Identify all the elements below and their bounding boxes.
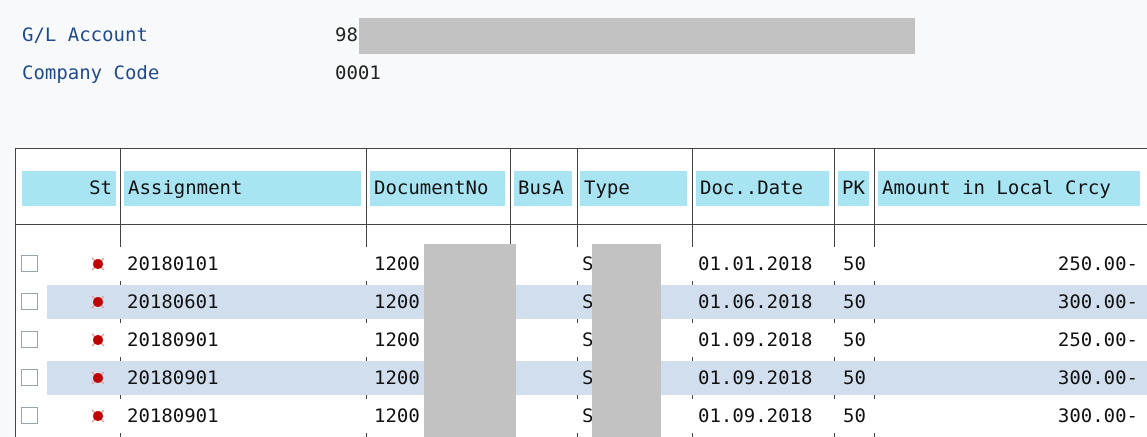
assignment-cell: 20180901 <box>127 329 219 351</box>
assignment-cell: 20180901 <box>127 405 219 427</box>
row-select-checkbox[interactable] <box>21 255 38 272</box>
red-status-light-icon <box>91 295 105 309</box>
row-select-checkbox[interactable] <box>21 331 38 348</box>
column-header-business-area[interactable]: BusA <box>514 171 572 206</box>
row-select-checkbox[interactable] <box>21 293 38 310</box>
document-no-cell: 1200 <box>374 329 420 351</box>
red-status-light-icon <box>91 333 105 347</box>
doc-date-cell: 01.09.2018 <box>698 367 813 389</box>
document-no-cell: 1200 <box>374 253 420 275</box>
row-select-checkbox[interactable] <box>21 407 38 424</box>
company-code-label: Company Code <box>22 62 160 84</box>
amount-cell: 300.00- <box>1057 291 1138 313</box>
posting-key-cell: 50 <box>843 329 866 351</box>
assignment-cell: 20180901 <box>127 367 219 389</box>
red-status-light-icon <box>91 409 105 423</box>
assignment-cell: 20180101 <box>127 253 219 275</box>
doc-date-cell: 01.06.2018 <box>698 291 813 313</box>
column-header-status[interactable]: St <box>22 171 116 206</box>
redacted-block <box>592 244 661 437</box>
posting-key-cell: 50 <box>843 405 866 427</box>
document-no-cell: 1200 <box>374 367 420 389</box>
gl-account-label: G/L Account <box>22 24 148 46</box>
row-select-checkbox[interactable] <box>21 369 38 386</box>
document-no-cell: 1200 <box>374 291 420 313</box>
posting-key-cell: 50 <box>843 253 866 275</box>
column-header-posting-key[interactable]: PK <box>838 171 869 206</box>
posting-key-cell: 50 <box>843 367 866 389</box>
gl-account-value[interactable]: 98 <box>335 24 358 46</box>
red-status-light-icon <box>91 371 105 385</box>
doc-date-cell: 01.09.2018 <box>698 329 813 351</box>
column-header-document-no[interactable]: DocumentNo <box>370 171 505 206</box>
column-header-assignment[interactable]: Assignment <box>124 171 361 206</box>
amount-cell: 250.00- <box>1057 329 1138 351</box>
redacted-block <box>359 18 915 54</box>
column-header-doc-date[interactable]: Doc..Date <box>696 171 829 206</box>
document-no-cell: 1200 <box>374 405 420 427</box>
amount-cell: 300.00- <box>1057 405 1138 427</box>
amount-cell: 300.00- <box>1057 367 1138 389</box>
line-items-table: St Assignment DocumentNo BusA Type Doc..… <box>15 148 1147 437</box>
posting-key-cell: 50 <box>843 291 866 313</box>
company-code-value[interactable]: 0001 <box>335 62 381 84</box>
header-divider <box>16 224 1147 225</box>
red-status-light-icon <box>91 257 105 271</box>
amount-cell: 250.00- <box>1057 253 1138 275</box>
doc-date-cell: 01.09.2018 <box>698 405 813 427</box>
column-header-type[interactable]: Type <box>580 171 687 206</box>
redacted-block <box>424 244 516 437</box>
column-header-amount[interactable]: Amount in Local Crcy <box>878 171 1140 206</box>
doc-date-cell: 01.01.2018 <box>698 253 813 275</box>
assignment-cell: 20180601 <box>127 291 219 313</box>
